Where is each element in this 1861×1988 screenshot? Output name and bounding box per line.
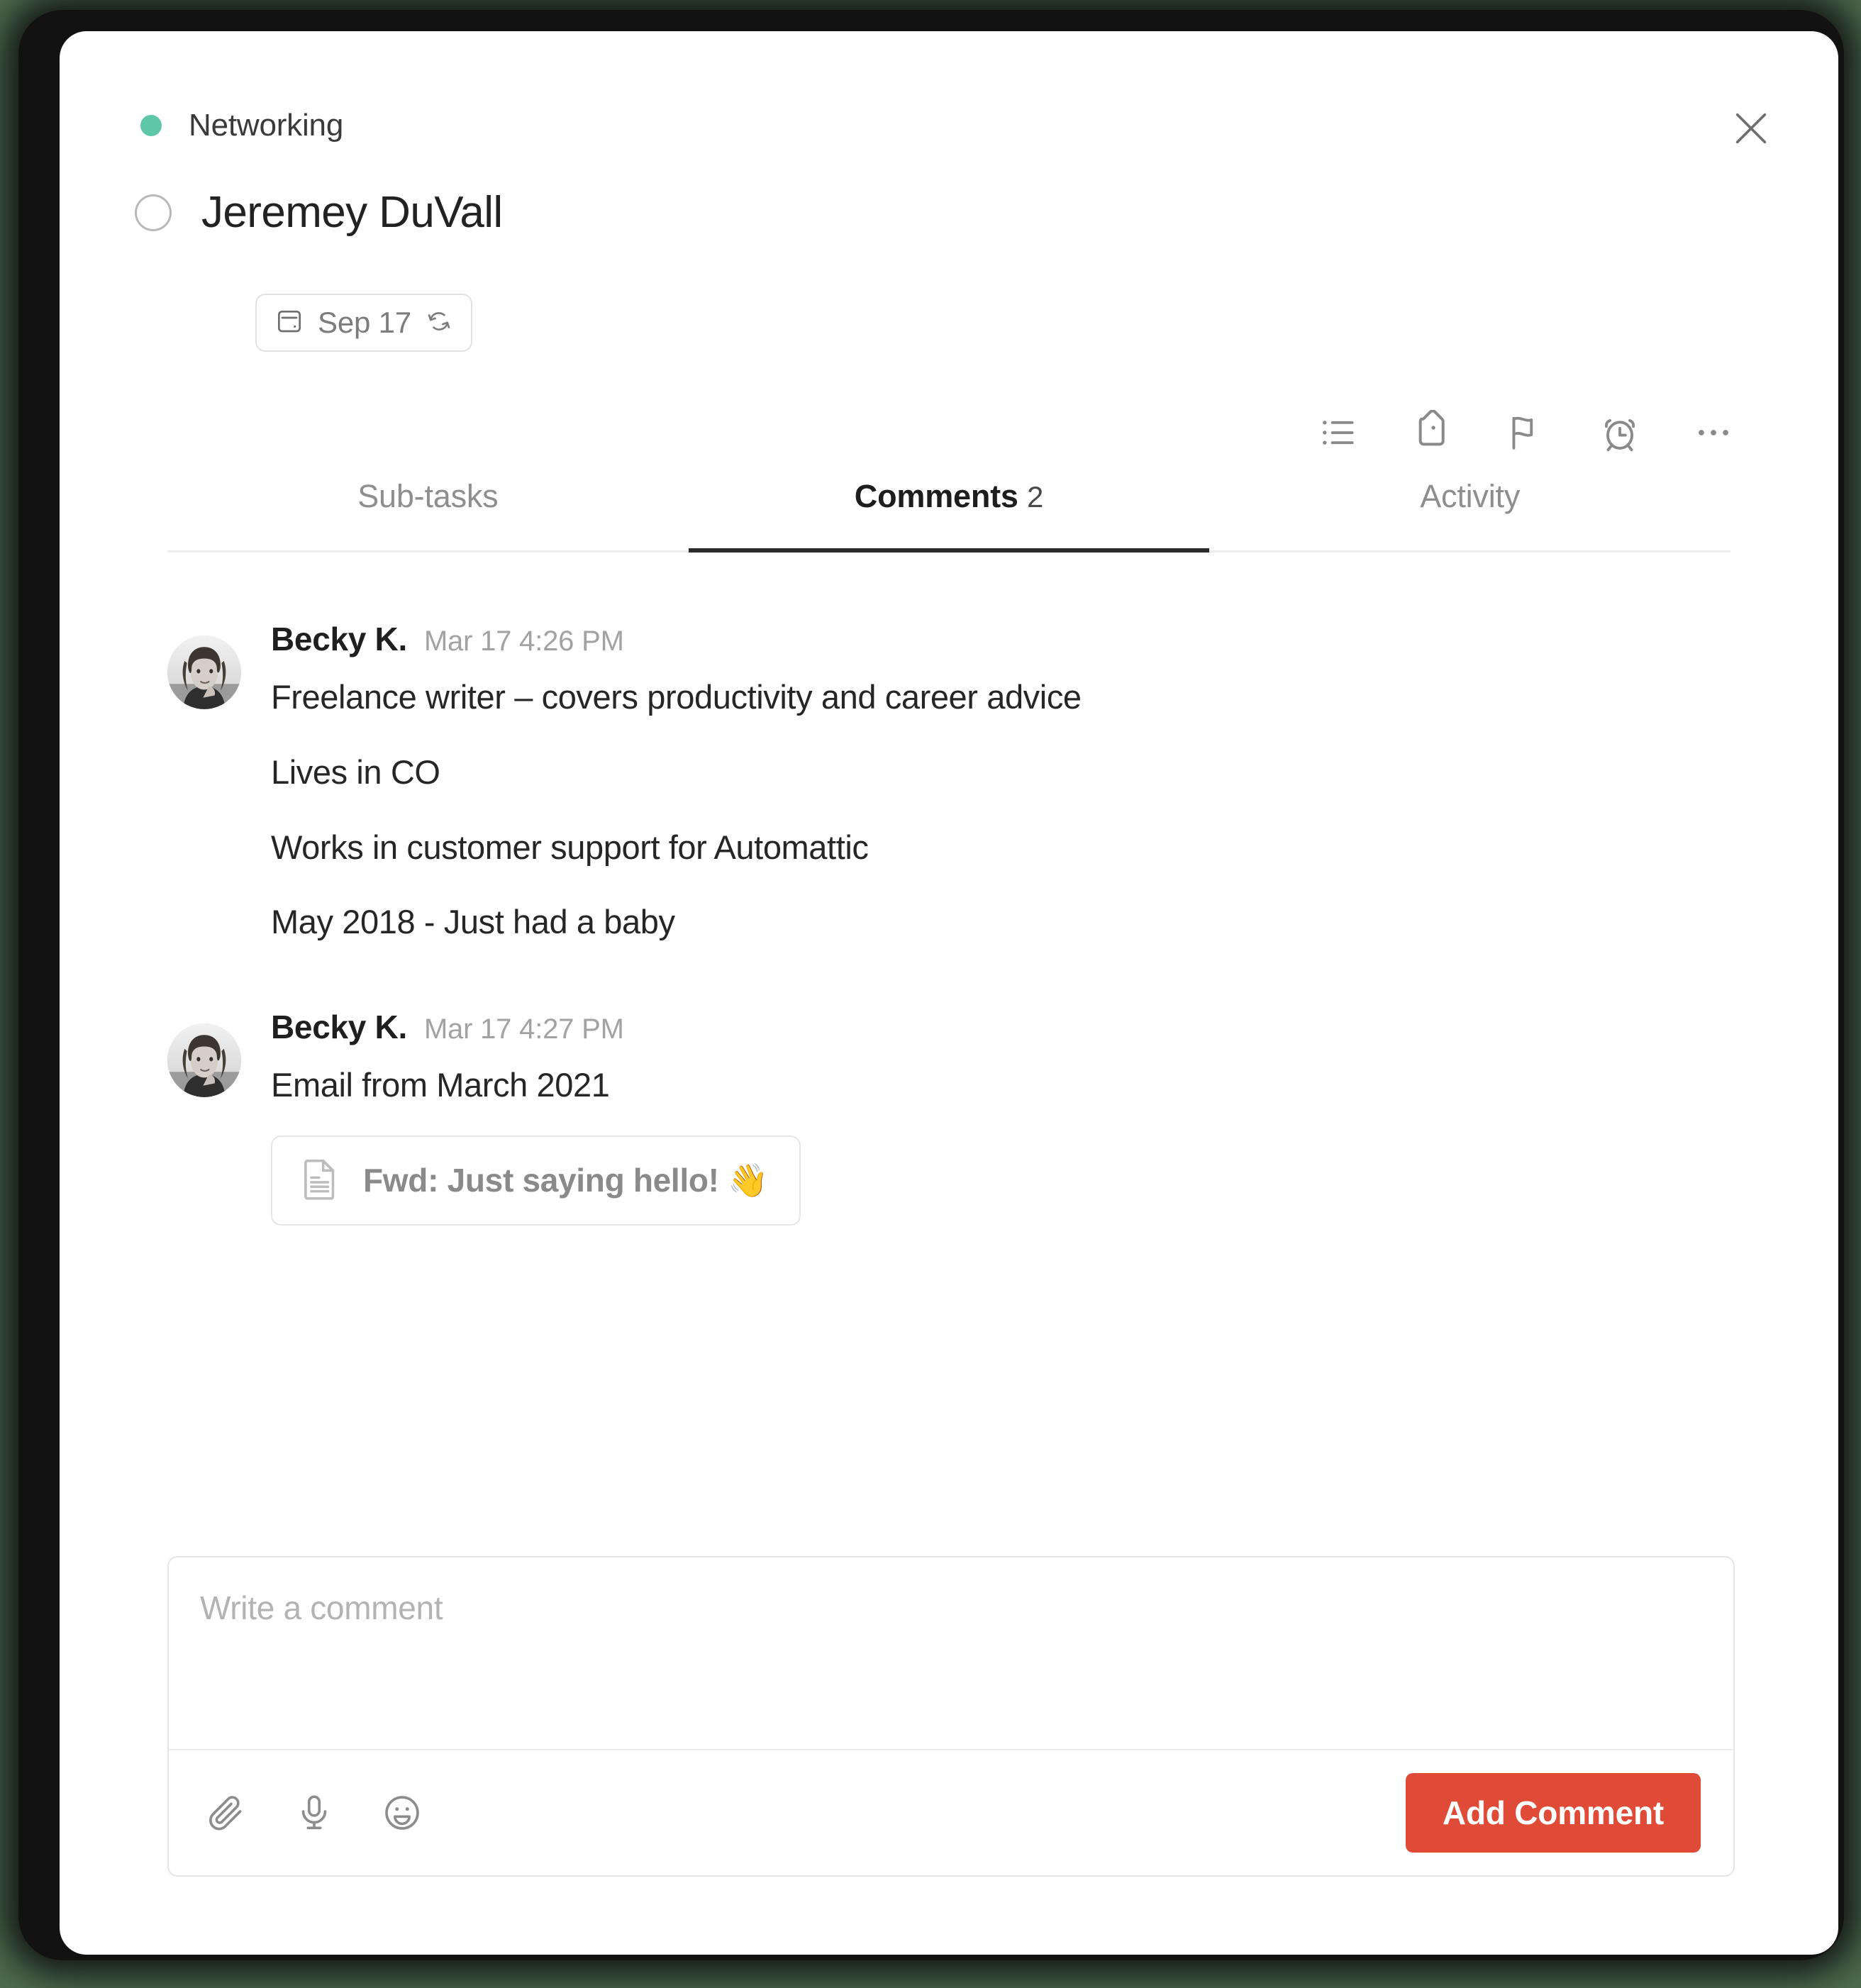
comment-item: Becky K. Mar 17 4:27 PM Email from March… bbox=[167, 1008, 1735, 1226]
calendar-icon bbox=[275, 307, 304, 339]
comment-header: Becky K. Mar 17 4:26 PM bbox=[271, 620, 1735, 658]
task-title[interactable]: Jeremey DuVall bbox=[201, 187, 503, 238]
project-color-dot bbox=[140, 115, 162, 136]
more-icon[interactable] bbox=[1667, 386, 1760, 479]
task-title-row: Jeremey DuVall bbox=[135, 187, 503, 238]
avatar[interactable] bbox=[167, 635, 241, 709]
comment-line: Lives in CO bbox=[271, 753, 440, 791]
comment-attachment[interactable]: Fwd: Just saying hello! 👋 bbox=[271, 1135, 801, 1226]
comment-line: May 2018 - Just had a baby bbox=[271, 903, 675, 941]
detail-tabs: Sub-tasks Comments 2 Activity bbox=[167, 478, 1731, 552]
repeat-icon bbox=[426, 308, 452, 338]
task-detail-card: Networking Jeremey DuVall Sep 17 Sub-tas… bbox=[60, 31, 1838, 1955]
comment-line: Email from March 2021 bbox=[271, 1066, 610, 1104]
comment-timestamp: Mar 17 4:26 PM bbox=[423, 626, 624, 657]
comment-composer: Add Comment bbox=[167, 1556, 1735, 1877]
comment-line: Freelance writer – covers productivity a… bbox=[271, 678, 1082, 716]
comment-input[interactable] bbox=[169, 1557, 1733, 1750]
composer-toolbar: Add Comment bbox=[169, 1749, 1733, 1875]
composer-icon-group bbox=[199, 1785, 430, 1840]
close-icon[interactable] bbox=[1725, 102, 1777, 155]
tab-label: Activity bbox=[1420, 478, 1521, 514]
reminder-icon[interactable] bbox=[1573, 386, 1667, 479]
comment-item: Becky K. Mar 17 4:26 PM Freelance writer… bbox=[167, 620, 1735, 940]
subtasks-icon[interactable] bbox=[1292, 386, 1386, 479]
comment-line: Works in customer support for Automattic bbox=[271, 828, 869, 866]
microphone-icon[interactable] bbox=[287, 1785, 342, 1840]
due-date-pill[interactable]: Sep 17 bbox=[255, 294, 472, 352]
comment-header: Becky K. Mar 17 4:27 PM bbox=[271, 1008, 1735, 1046]
window-frame: Networking Jeremey DuVall Sep 17 Sub-tas… bbox=[18, 10, 1844, 1960]
task-complete-checkbox[interactable] bbox=[135, 194, 172, 231]
paperclip-icon[interactable] bbox=[199, 1785, 254, 1840]
attachment-name: Fwd: Just saying hello! 👋 bbox=[363, 1162, 769, 1199]
add-comment-button[interactable]: Add Comment bbox=[1405, 1773, 1701, 1853]
document-icon bbox=[296, 1155, 343, 1206]
comment-timestamp: Mar 17 4:27 PM bbox=[423, 1014, 624, 1045]
comments-list: Becky K. Mar 17 4:26 PM Freelance writer… bbox=[167, 620, 1735, 1278]
avatar[interactable] bbox=[167, 1023, 241, 1098]
flag-icon[interactable] bbox=[1479, 386, 1573, 479]
task-action-toolbar bbox=[1292, 386, 1760, 479]
comment-author: Becky K. bbox=[271, 1009, 407, 1046]
tag-icon[interactable] bbox=[1386, 386, 1479, 479]
tab-sub-tasks[interactable]: Sub-tasks bbox=[167, 478, 689, 550]
tab-comments[interactable]: Comments 2 bbox=[688, 478, 1210, 552]
tab-activity[interactable]: Activity bbox=[1209, 478, 1731, 550]
project-name-label: Networking bbox=[189, 108, 344, 143]
tab-label: Comments bbox=[854, 478, 1018, 514]
due-date-label: Sep 17 bbox=[318, 306, 411, 339]
project-breadcrumb[interactable]: Networking bbox=[140, 108, 343, 143]
tab-label: Sub-tasks bbox=[357, 478, 499, 514]
comment-author: Becky K. bbox=[271, 621, 407, 657]
emoji-icon[interactable] bbox=[374, 1785, 430, 1840]
comments-count: 2 bbox=[1027, 480, 1044, 513]
